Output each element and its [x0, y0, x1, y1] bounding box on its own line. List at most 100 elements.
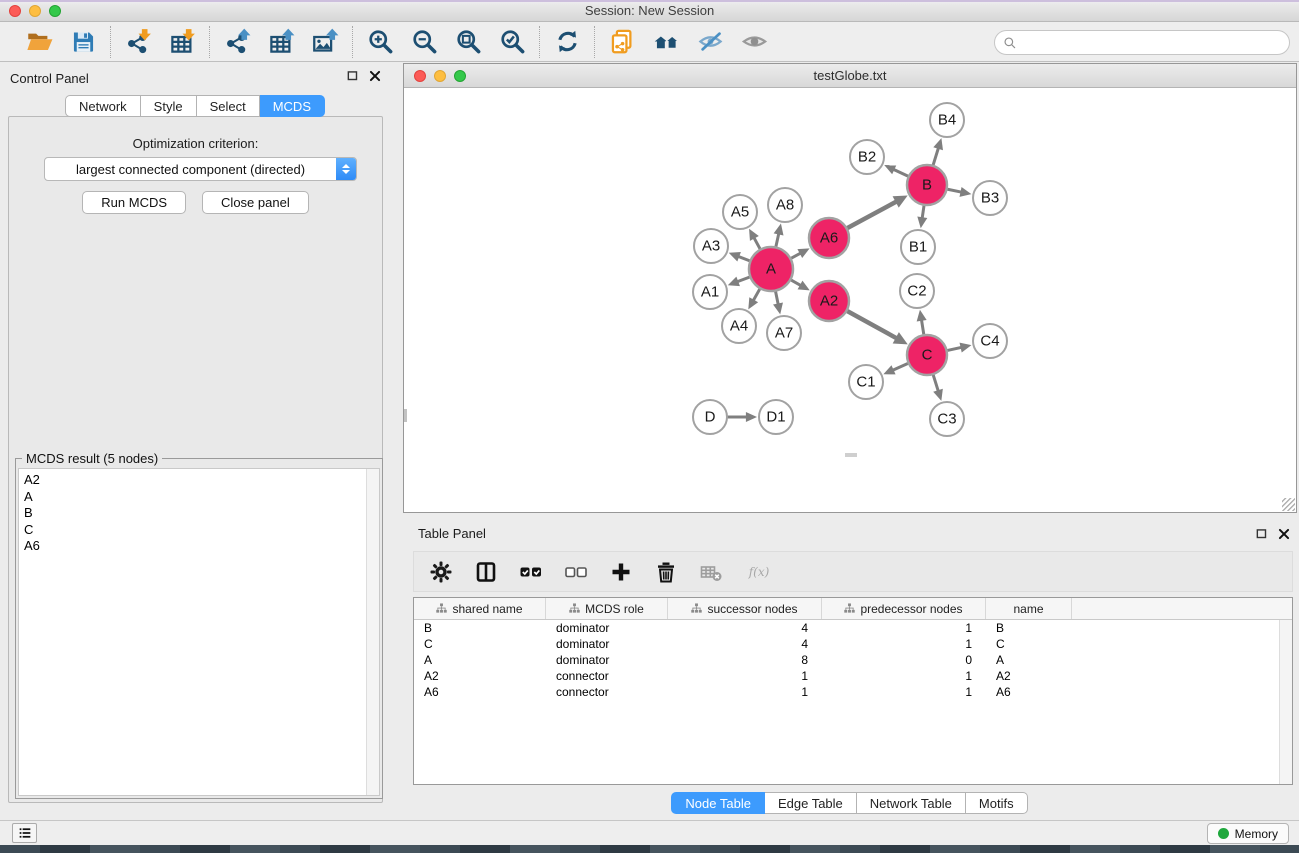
hide-selected-icon[interactable]	[695, 27, 725, 57]
splitter-handle[interactable]	[404, 409, 407, 422]
graph-node-C4[interactable]: C4	[973, 324, 1007, 358]
network-window-titlebar[interactable]: testGlobe.txt	[404, 64, 1296, 88]
mcds-result-item[interactable]: C	[24, 522, 379, 539]
column-header-successor-nodes[interactable]: successor nodes	[668, 598, 822, 619]
table-cell[interactable]: 1	[822, 636, 986, 652]
tab-style[interactable]: Style	[141, 95, 197, 117]
column-header-MCDS-role[interactable]: MCDS role	[546, 598, 668, 619]
run-mcds-button[interactable]: Run MCDS	[82, 191, 186, 214]
export-image-icon[interactable]	[310, 27, 340, 57]
table-row[interactable]: A2connector11A2	[414, 668, 1292, 684]
import-network-icon[interactable]	[123, 27, 153, 57]
graph-edge-B-B1[interactable]	[917, 206, 927, 228]
mcds-result-item[interactable]: A	[24, 489, 379, 506]
graph-edge-A-A6[interactable]	[791, 248, 809, 258]
graph-edge-A-A7[interactable]	[773, 292, 783, 315]
mcds-result-item[interactable]: A6	[24, 538, 379, 555]
memory-button[interactable]: Memory	[1207, 823, 1289, 844]
table-cell[interactable]: 0	[822, 652, 986, 668]
graph-node-A8[interactable]: A8	[768, 188, 802, 222]
zoom-out-icon[interactable]	[409, 27, 439, 57]
import-table-icon[interactable]	[167, 27, 197, 57]
table-cell[interactable]: 1	[668, 668, 822, 684]
tab-mcds[interactable]: MCDS	[260, 95, 325, 117]
table-scrollbar[interactable]	[1279, 620, 1292, 784]
delete-column-icon[interactable]	[651, 557, 681, 587]
node-table[interactable]: shared nameMCDS rolesuccessor nodesprede…	[413, 597, 1293, 785]
graph-edge-A-A2[interactable]	[791, 280, 810, 290]
delete-table-icon[interactable]	[696, 557, 726, 587]
graph-node-A1[interactable]: A1	[693, 275, 727, 309]
table-cell[interactable]: B	[986, 620, 1072, 636]
table-row[interactable]: A6connector11A6	[414, 684, 1292, 700]
show-all-icon[interactable]	[739, 27, 769, 57]
save-session-icon[interactable]	[68, 27, 98, 57]
table-row[interactable]: Cdominator41C	[414, 636, 1292, 652]
table-cell[interactable]: A6	[986, 684, 1072, 700]
table-cell[interactable]: dominator	[546, 652, 668, 668]
zoom-fit-icon[interactable]	[453, 27, 483, 57]
criterion-dropdown[interactable]: largest connected component (directed)	[44, 157, 357, 181]
deselect-all-icon[interactable]	[561, 557, 591, 587]
search-box[interactable]	[994, 30, 1290, 55]
table-cell[interactable]: dominator	[546, 620, 668, 636]
column-header-shared-name[interactable]: shared name	[414, 598, 546, 619]
table-cell[interactable]: 4	[668, 636, 822, 652]
search-input[interactable]	[1017, 33, 1289, 53]
graph-node-A5[interactable]: A5	[723, 195, 757, 229]
table-cell[interactable]: A	[414, 652, 546, 668]
table-tab-edge-table[interactable]: Edge Table	[765, 792, 857, 814]
column-header-name[interactable]: name	[986, 598, 1072, 619]
horizontal-splitter-handle[interactable]	[845, 453, 857, 457]
table-cell[interactable]: dominator	[546, 636, 668, 652]
table-tab-node-table[interactable]: Node Table	[671, 792, 765, 814]
network-from-selection-icon[interactable]	[607, 27, 637, 57]
tab-network[interactable]: Network	[65, 95, 141, 117]
table-cell[interactable]: 1	[822, 684, 986, 700]
result-list-scrollbar[interactable]	[366, 469, 379, 795]
graph-edge-B-B3[interactable]	[948, 187, 972, 197]
graph-edge-A-A1[interactable]	[728, 277, 750, 286]
table-settings-icon[interactable]	[426, 557, 456, 587]
graph-node-C1[interactable]: C1	[849, 365, 883, 399]
graph-node-C[interactable]: C	[907, 335, 947, 375]
function-builder-icon[interactable]: f(x)	[741, 557, 779, 587]
column-header-predecessor-nodes[interactable]: predecessor nodes	[822, 598, 986, 619]
tab-select[interactable]: Select	[197, 95, 260, 117]
graph-node-B4[interactable]: B4	[930, 103, 964, 137]
resize-grip-icon[interactable]	[1282, 498, 1295, 511]
table-cell[interactable]: C	[414, 636, 546, 652]
graph-edge-A-A4[interactable]	[748, 289, 759, 309]
table-cell[interactable]: B	[414, 620, 546, 636]
graph-node-A6[interactable]: A6	[809, 218, 849, 258]
table-cell[interactable]: connector	[546, 684, 668, 700]
table-cell[interactable]: 1	[822, 668, 986, 684]
show-columns-icon[interactable]	[471, 557, 501, 587]
graph-node-B[interactable]: B	[907, 165, 947, 205]
export-table-icon[interactable]	[266, 27, 296, 57]
table-cell[interactable]: 1	[822, 620, 986, 636]
first-neighbors-icon[interactable]	[651, 27, 681, 57]
graph-node-C3[interactable]: C3	[930, 402, 964, 436]
graph-node-A3[interactable]: A3	[694, 229, 728, 263]
table-cell[interactable]: 1	[668, 684, 822, 700]
zoom-in-icon[interactable]	[365, 27, 395, 57]
graph-edge-C-C3[interactable]	[933, 375, 943, 401]
table-cell[interactable]: 8	[668, 652, 822, 668]
graph-node-D1[interactable]: D1	[759, 400, 793, 434]
graph-edge-B-B2[interactable]	[884, 165, 908, 176]
table-cell[interactable]: 4	[668, 620, 822, 636]
table-row[interactable]: Bdominator41B	[414, 620, 1292, 636]
task-history-button[interactable]	[12, 823, 37, 843]
table-cell[interactable]: A6	[414, 684, 546, 700]
close-table-panel-icon[interactable]	[1277, 527, 1291, 541]
graph-node-A[interactable]: A	[749, 247, 793, 291]
graph-edge-C-C4[interactable]	[947, 343, 971, 353]
network-canvas[interactable]: B4B2BB3A8A5A6B1A3AC2A1A2A4A7C4CC1C3DD1	[404, 88, 1296, 512]
graph-node-C2[interactable]: C2	[900, 274, 934, 308]
graph-node-B3[interactable]: B3	[973, 181, 1007, 215]
table-cell[interactable]: A2	[986, 668, 1072, 684]
table-cell[interactable]: connector	[546, 668, 668, 684]
float-table-panel-icon[interactable]	[1255, 527, 1269, 541]
float-panel-icon[interactable]	[346, 69, 360, 83]
